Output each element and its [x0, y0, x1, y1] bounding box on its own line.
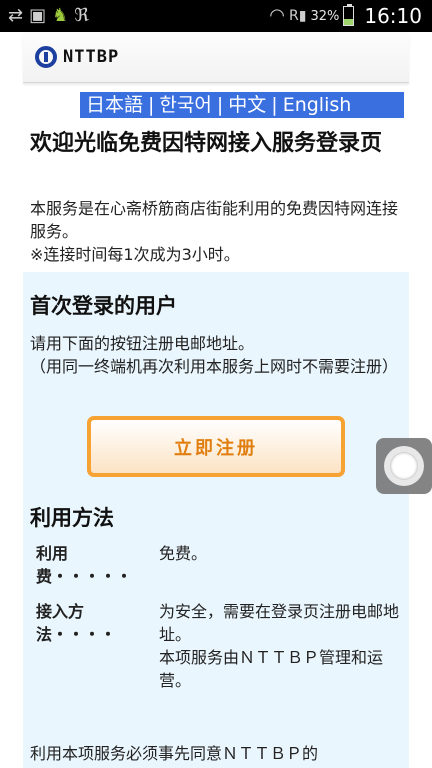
usage-heading: 利用方法 — [30, 506, 114, 530]
usage-value: 为安全，需要在登录页注册电邮地址。 本项服务由ＮＴＴＢＰ管理和运营。 — [159, 600, 402, 692]
first-login-description: 请用下面的按钮注册电邮地址。 （用同一终端机再次利用本服务上网时不需要注册） — [30, 332, 402, 378]
lang-separator: | — [148, 94, 155, 116]
page-title: 欢迎光临免费因特网接入服务登录页 — [30, 131, 383, 156]
wifi-icon: ◠ — [269, 5, 286, 26]
battery-percent: 32% — [310, 8, 340, 24]
site-header: NTTBP — [23, 32, 409, 83]
web-page: NTTBP 日本語 | 한국어 | 中文 | English 欢迎光临免费因特网… — [23, 32, 409, 768]
logo-text: NTTBP — [63, 47, 120, 67]
first-login-heading: 首次登录的用户 — [30, 294, 177, 318]
intro-line: 本服务是在心斋桥筋商店街能利用的免费因特网连接服务。 — [30, 199, 399, 241]
android-icon: ♞ — [52, 5, 69, 26]
first-login-line: （用同一终端机再次利用本服务上网时不需要注册） — [30, 357, 399, 376]
intro-line: ※连接时间每1次成为3小时。 — [30, 245, 240, 264]
lang-japanese[interactable]: 日本語 — [86, 92, 143, 118]
status-bar: ⇄ ▣ ♞ ℜ ◠ R▮ 32% 16:10 — [0, 0, 432, 32]
language-bar: 日本語 | 한국어 | 中文 | English — [80, 92, 404, 118]
app-icon: ℜ — [74, 5, 89, 26]
signal-icon: R▮ — [289, 8, 307, 24]
usage-key: 利用费・・・・・ — [36, 544, 133, 586]
usage-key: 接入方法・・・・ — [36, 602, 117, 644]
usage-value-line: 为安全，需要在登录页注册电邮地址。 — [159, 602, 400, 644]
usage-value-line: 本项服务由ＮＴＴＢＰ管理和运营。 — [159, 648, 384, 690]
usage-row-access: 接入方法・・・・ 为安全，需要在登录页注册电邮地址。 本项服务由ＮＴＴＢＰ管理和… — [30, 600, 402, 692]
usb-icon: ⇄ — [8, 5, 24, 26]
lang-korean[interactable]: 한국어 — [159, 92, 211, 118]
lang-english[interactable]: English — [283, 92, 352, 118]
lang-separator: | — [271, 94, 278, 116]
image-icon: ▣ — [29, 5, 47, 26]
assistive-touch-icon — [384, 446, 424, 486]
system-icons: ◠ R▮ 32% 16:10 — [269, 0, 422, 32]
notification-icons: ⇄ ▣ ♞ ℜ — [8, 4, 89, 28]
register-now-button[interactable]: 立即注册 — [87, 416, 345, 477]
usage-row-fee: 利用费・・・・・ 免费。 — [30, 542, 402, 588]
nttbp-logo-mark-icon — [35, 46, 57, 68]
battery-icon — [343, 4, 355, 26]
terms-text: 利用本项服务必须事先同意ＮＴＴＢＰ的 — [30, 744, 319, 763]
intro-text: 本服务是在心斋桥筋商店街能利用的免费因特网连接服务。 ※连接时间每1次成为3小时… — [30, 197, 402, 266]
info-panel: 首次登录的用户 请用下面的按钮注册电邮地址。 （用同一终端机再次利用本服务上网时… — [23, 272, 409, 768]
nttbp-logo[interactable]: NTTBP — [35, 42, 119, 72]
usage-value: 免费。 — [159, 542, 402, 588]
first-login-line: 请用下面的按钮注册电邮地址。 — [30, 334, 255, 353]
usage-table: 利用费・・・・・ 免费。 接入方法・・・・ 为安全，需要在登录页注册电邮地址。 … — [30, 542, 402, 704]
lang-separator: | — [216, 94, 224, 116]
lang-chinese[interactable]: 中文 — [228, 92, 266, 118]
assistive-touch-button[interactable] — [376, 438, 432, 494]
clock: 16:10 — [364, 4, 422, 28]
usage-value-line: 免费。 — [159, 544, 208, 563]
